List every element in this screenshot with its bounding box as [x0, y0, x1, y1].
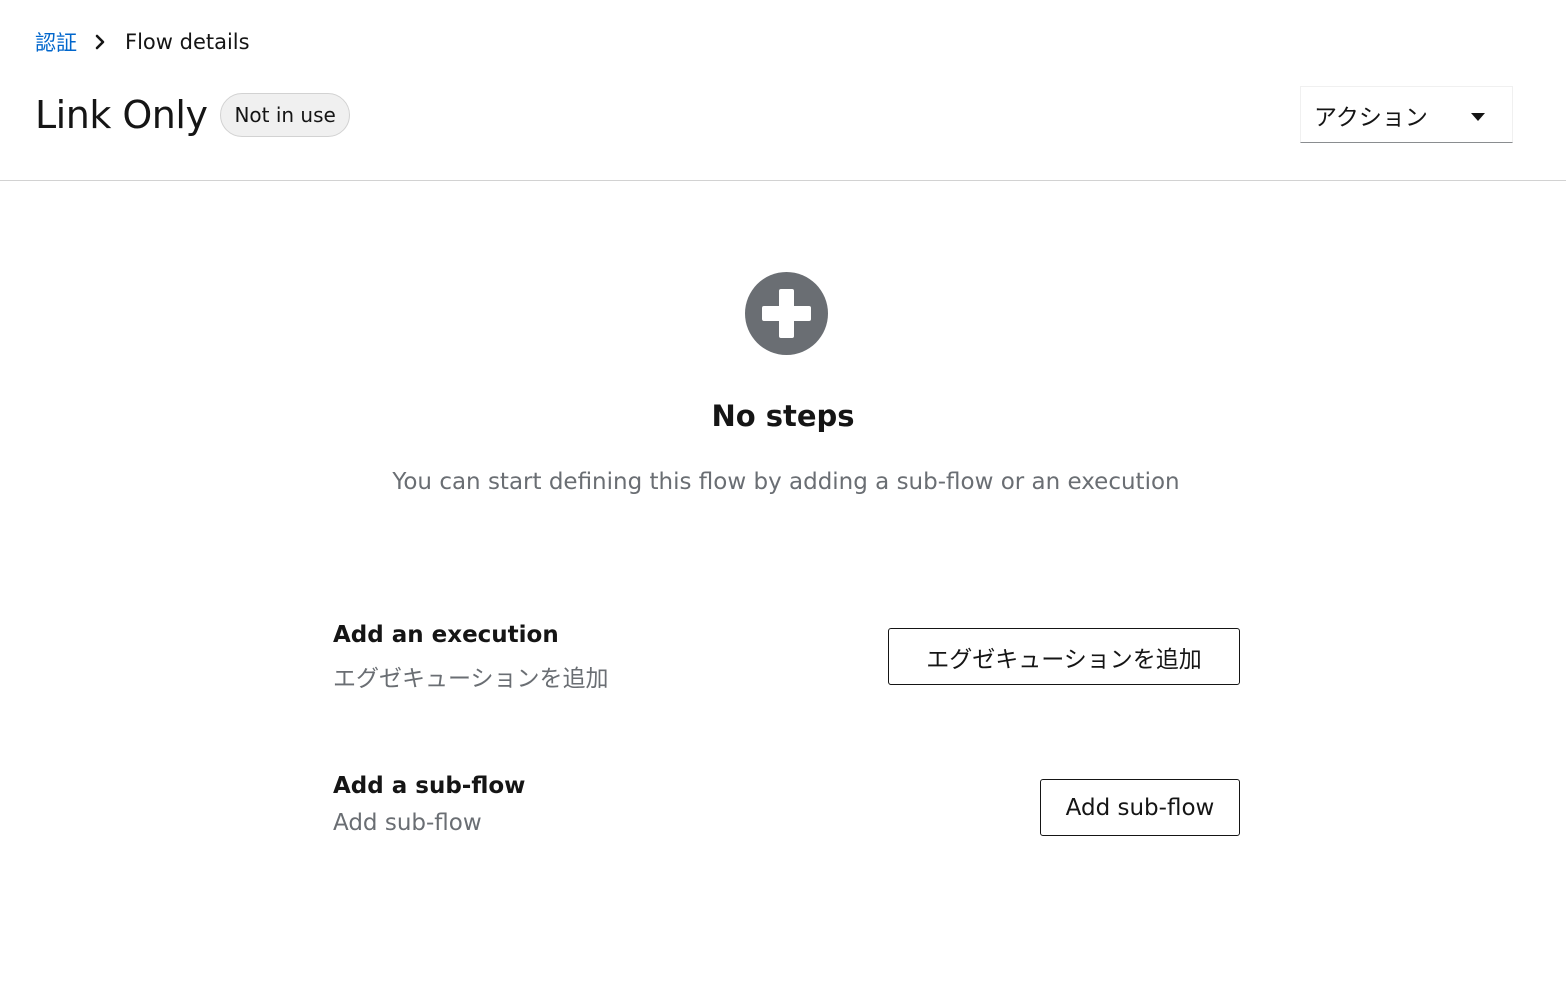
empty-state-body: You can start defining this flow by addi…	[392, 469, 1180, 495]
breadcrumb-current: Flow details	[125, 30, 250, 54]
page-title: Link Only	[35, 93, 208, 137]
add-subflow-row: Add a sub-flow Add sub-flow Add sub-flow	[333, 773, 1240, 843]
status-badge: Not in use	[220, 93, 350, 137]
empty-state: No steps You can start defining this flo…	[0, 181, 1566, 993]
actions-dropdown-label: アクション	[1314, 104, 1428, 131]
add-execution-button[interactable]: エグゼキューションを追加	[888, 628, 1240, 685]
page-header: 認証 Flow details Link Only Not in use アクシ…	[0, 0, 1566, 181]
chevron-right-icon	[88, 30, 112, 54]
plus-circle-icon	[745, 272, 828, 355]
breadcrumb-link-authentication[interactable]: 認証	[35, 27, 77, 57]
empty-state-title: No steps	[711, 399, 855, 433]
add-subflow-button[interactable]: Add sub-flow	[1040, 779, 1240, 836]
add-subflow-title: Add a sub-flow	[333, 773, 526, 799]
add-execution-title: Add an execution	[333, 622, 559, 648]
add-execution-subtitle: エグゼキューションを追加	[333, 666, 609, 692]
actions-dropdown[interactable]: アクション	[1300, 86, 1513, 143]
add-execution-row: Add an execution エグゼキューションを追加 エグゼキューションを…	[333, 622, 1240, 692]
title-row: Link Only Not in use	[35, 90, 350, 140]
breadcrumb: 認証 Flow details	[35, 28, 250, 56]
caret-down-icon	[1470, 102, 1486, 128]
add-subflow-subtitle: Add sub-flow	[333, 810, 482, 836]
